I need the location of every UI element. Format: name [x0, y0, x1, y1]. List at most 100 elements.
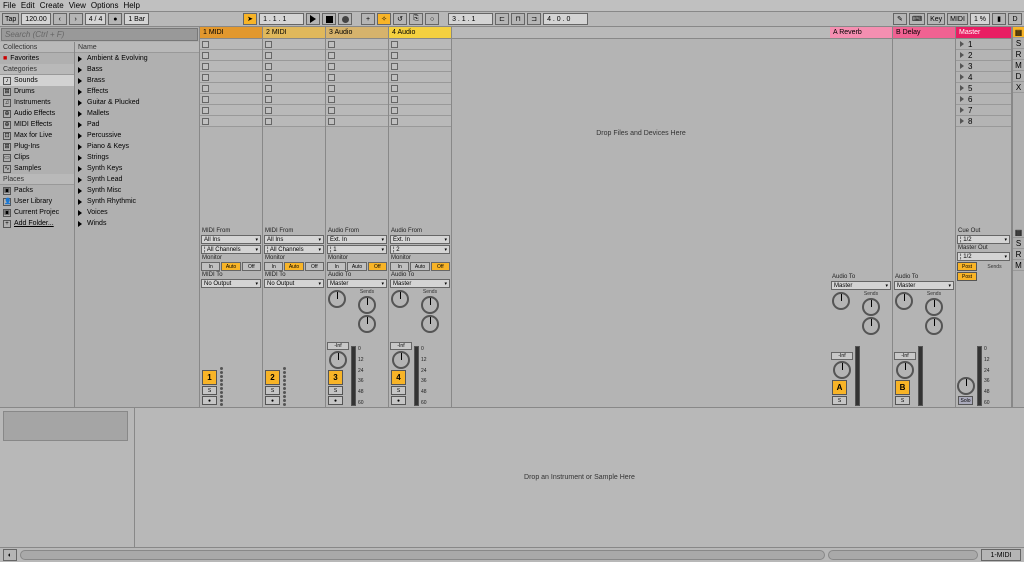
- punch-out-button[interactable]: ⊐: [527, 13, 541, 25]
- clip-slot[interactable]: [326, 116, 388, 127]
- draw-button[interactable]: ✎: [893, 13, 907, 25]
- monitor-in[interactable]: In: [264, 262, 283, 271]
- input-channel[interactable]: ¦ 2: [390, 245, 450, 254]
- track-activator[interactable]: A: [832, 380, 847, 395]
- clip-slot[interactable]: [389, 61, 451, 72]
- scene-launch[interactable]: 1: [956, 39, 1011, 50]
- io-section-toggle[interactable]: ▦: [1013, 227, 1024, 238]
- category-clips[interactable]: ▭Clips: [0, 152, 74, 163]
- place-packs[interactable]: ▣Packs: [0, 185, 74, 196]
- timesig-field[interactable]: 4 / 4: [85, 13, 107, 25]
- output-type[interactable]: Master: [894, 281, 954, 290]
- automation-arm-button[interactable]: ✧: [377, 13, 391, 25]
- input-channel[interactable]: ¦ All Channels: [264, 245, 324, 254]
- volume-knob[interactable]: [896, 361, 914, 379]
- loop-button[interactable]: ⊓: [511, 13, 525, 25]
- clip-slot[interactable]: [326, 39, 388, 50]
- output-type[interactable]: Master: [327, 279, 387, 288]
- quantize-field[interactable]: 1 Bar: [124, 13, 149, 25]
- clip-slot[interactable]: [389, 105, 451, 116]
- punch-in-button[interactable]: ⊏: [495, 13, 509, 25]
- browser-item[interactable]: Brass: [75, 75, 199, 86]
- clip-slot[interactable]: [263, 116, 325, 127]
- solo-button[interactable]: Solo: [958, 396, 973, 405]
- send-a-knob[interactable]: [358, 296, 376, 314]
- menu-edit[interactable]: Edit: [21, 1, 35, 10]
- scene-launch[interactable]: 3: [956, 61, 1011, 72]
- io-toggle[interactable]: ▦: [1013, 27, 1024, 38]
- input-channel[interactable]: ¦ 1: [327, 245, 387, 254]
- post-button[interactable]: Post: [957, 262, 977, 271]
- mixer-section-toggle[interactable]: M: [1013, 260, 1024, 271]
- clip-slot[interactable]: [389, 94, 451, 105]
- drop-zone[interactable]: Drop Files and Devices Here: [452, 27, 830, 227]
- browser-item[interactable]: Bass: [75, 64, 199, 75]
- solo-button[interactable]: S: [328, 386, 343, 395]
- track-header[interactable]: 1 MIDI: [200, 27, 262, 39]
- pan-knob[interactable]: [832, 292, 850, 310]
- delay-toggle[interactable]: D: [1013, 71, 1024, 82]
- send-b-knob[interactable]: [421, 315, 439, 333]
- clip-slot[interactable]: [389, 39, 451, 50]
- track-1-midi[interactable]: 1 MIDI: [200, 27, 263, 227]
- browser-item[interactable]: Synth Lead: [75, 174, 199, 185]
- track-activator[interactable]: 2: [265, 370, 280, 385]
- clip-slot[interactable]: [200, 72, 262, 83]
- clip-slot[interactable]: [326, 94, 388, 105]
- clip-slot[interactable]: [263, 61, 325, 72]
- scene-launch[interactable]: 5: [956, 83, 1011, 94]
- browser-item[interactable]: Synth Keys: [75, 163, 199, 174]
- sends-toggle[interactable]: S: [1013, 38, 1024, 49]
- send-a-knob[interactable]: [925, 298, 943, 316]
- track-2-midi[interactable]: 2 MIDI: [263, 27, 326, 227]
- position-field[interactable]: 1 . 1 . 1: [259, 13, 304, 25]
- track-activator[interactable]: 3: [328, 370, 343, 385]
- track-activator[interactable]: 1: [202, 370, 217, 385]
- track-activator[interactable]: 4: [391, 370, 406, 385]
- reenable-auto-button[interactable]: ↺: [393, 13, 407, 25]
- category-midi-effects[interactable]: ⊕MIDI Effects: [0, 119, 74, 130]
- track-header[interactable]: Master: [956, 27, 1011, 39]
- category-sounds[interactable]: ♪Sounds: [0, 75, 74, 86]
- clip-slot[interactable]: [263, 72, 325, 83]
- browser-item[interactable]: Synth Rhythmic: [75, 196, 199, 207]
- track-activator[interactable]: B: [895, 380, 910, 395]
- cue-out[interactable]: ¦ 1/2: [957, 235, 1010, 244]
- solo-button[interactable]: S: [895, 396, 910, 405]
- volume-knob[interactable]: [392, 351, 410, 369]
- arm-button[interactable]: ●: [202, 396, 217, 405]
- browser-item[interactable]: Pad: [75, 119, 199, 130]
- clip-slot[interactable]: [326, 83, 388, 94]
- monitor-in[interactable]: In: [327, 262, 346, 271]
- overload-button[interactable]: ▮: [992, 13, 1006, 25]
- menu-options[interactable]: Options: [91, 1, 119, 10]
- loop-length-field[interactable]: 4 . 0 . 0: [543, 13, 588, 25]
- monitor-auto[interactable]: Auto: [284, 262, 303, 271]
- info-toggle[interactable]: ◐: [3, 549, 17, 561]
- input-channel[interactable]: ¦ All Channels: [201, 245, 261, 254]
- clip-slot[interactable]: [326, 105, 388, 116]
- place-current-project[interactable]: ▣Current Projec: [0, 207, 74, 218]
- input-type[interactable]: All Ins: [264, 235, 324, 244]
- clip-slot[interactable]: [263, 50, 325, 61]
- track-4-audio[interactable]: 4 Audio: [389, 27, 452, 227]
- output-type[interactable]: No Output: [264, 279, 324, 288]
- browser-item[interactable]: Effects: [75, 86, 199, 97]
- track-header[interactable]: A Reverb: [830, 27, 892, 39]
- master-track[interactable]: Master 1 2 3 4 5 6 7 8: [956, 27, 1012, 227]
- menu-create[interactable]: Create: [40, 1, 64, 10]
- monitor-auto[interactable]: Auto: [410, 262, 429, 271]
- tap-button[interactable]: Tap: [2, 13, 19, 25]
- clip-slot[interactable]: [389, 50, 451, 61]
- clip-slot[interactable]: [200, 83, 262, 94]
- track-header[interactable]: B Delay: [893, 27, 955, 39]
- category-samples[interactable]: ∿Samples: [0, 163, 74, 174]
- clip-slot[interactable]: [200, 116, 262, 127]
- menu-file[interactable]: File: [3, 1, 16, 10]
- browser-item[interactable]: Mallets: [75, 108, 199, 119]
- clip-slot[interactable]: [200, 61, 262, 72]
- place-user-library[interactable]: 👤User Library: [0, 196, 74, 207]
- monitor-in[interactable]: In: [390, 262, 409, 271]
- scene-launch[interactable]: 8: [956, 116, 1011, 127]
- browser-item[interactable]: Percussive: [75, 130, 199, 141]
